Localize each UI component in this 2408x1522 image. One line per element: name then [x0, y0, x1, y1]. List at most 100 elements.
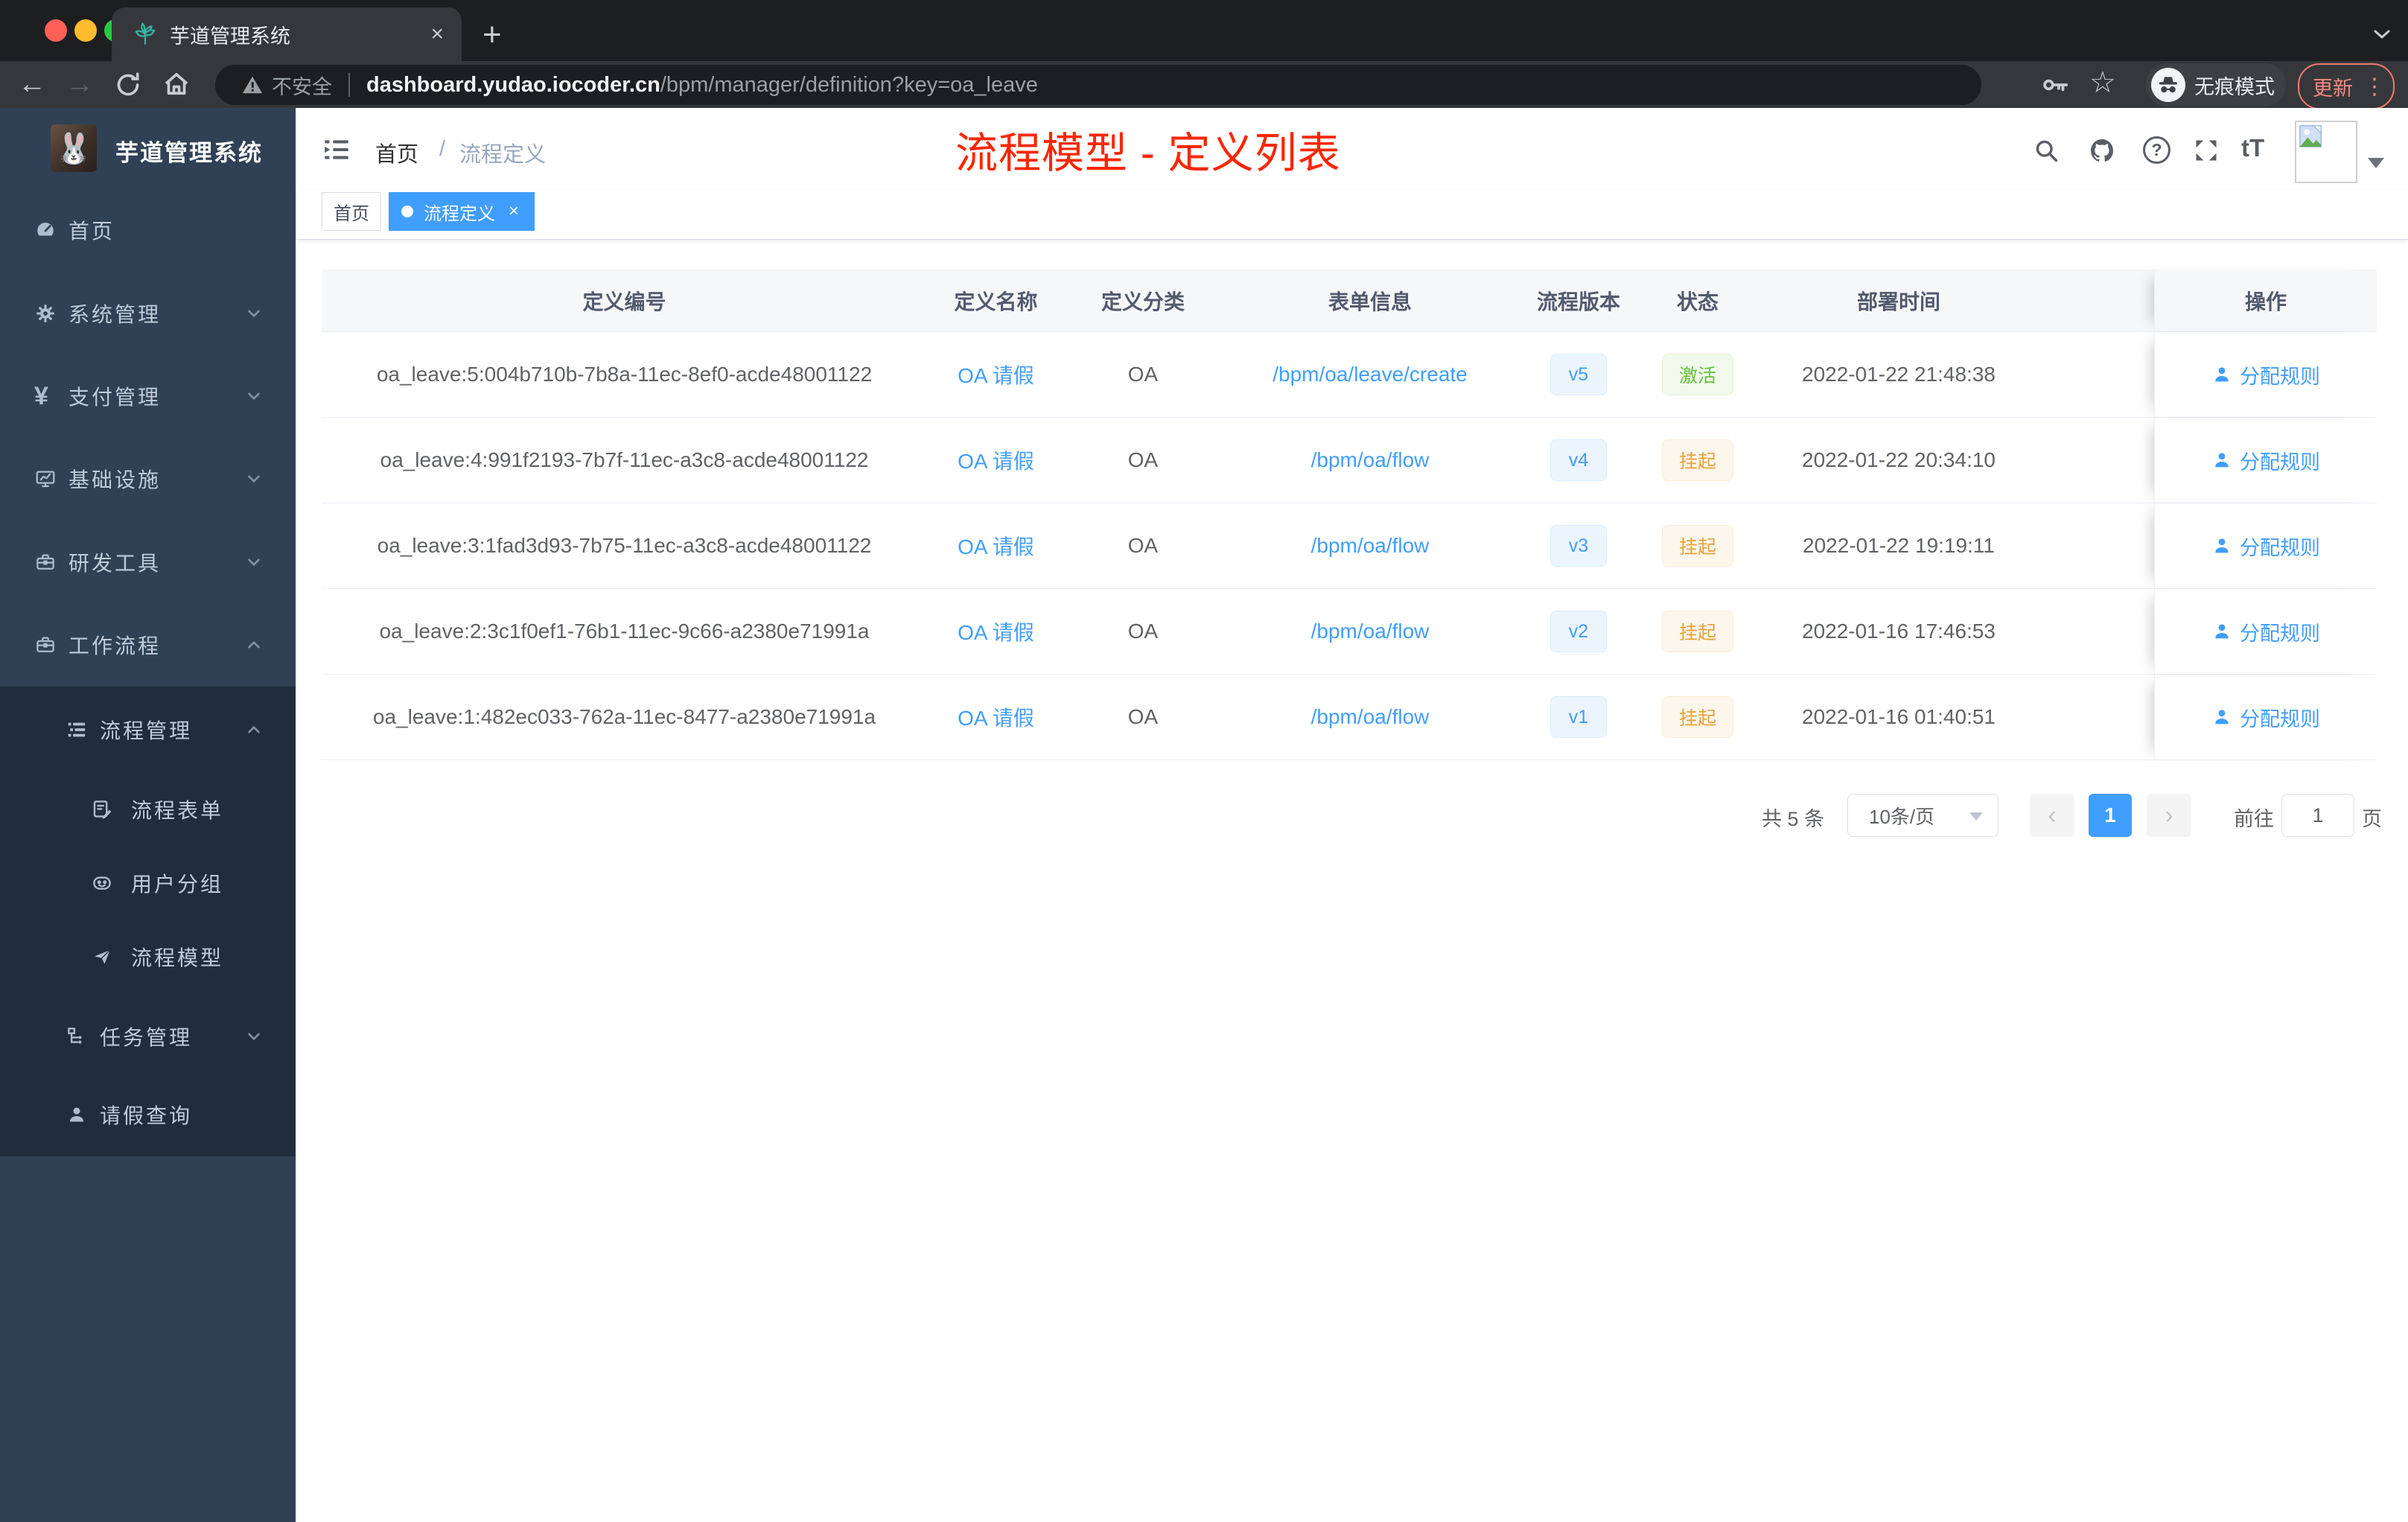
form-link[interactable]: /bpm/oa/flow	[1311, 705, 1430, 729]
back-icon[interactable]: ←	[18, 70, 46, 98]
tree-icon	[66, 1025, 88, 1048]
forward-icon[interactable]: →	[66, 70, 94, 98]
sidebar-item-user-group[interactable]: 用户分组	[0, 846, 296, 920]
page-unit-label: 页	[2362, 808, 2382, 830]
help-icon[interactable]: ?	[2143, 136, 2170, 164]
gear-icon	[34, 302, 57, 325]
status-badge: 挂起	[1662, 525, 1733, 567]
password-key-icon[interactable]	[2042, 73, 2070, 97]
security-label[interactable]: 不安全	[272, 71, 332, 100]
traffic-minimize-button[interactable]	[74, 19, 97, 42]
tag-home[interactable]: 首页	[322, 192, 381, 231]
form-edit-icon	[91, 798, 113, 821]
assign-rule-button[interactable]: 分配规则	[2211, 532, 2320, 561]
url-path: /bpm/manager/definition?key=oa_leave	[660, 72, 1038, 97]
definition-name-link[interactable]: OA 请假	[958, 617, 1034, 646]
definition-name-link[interactable]: OA 请假	[958, 531, 1034, 561]
col-actions: 操作	[2154, 270, 2377, 331]
search-icon[interactable]	[2033, 137, 2060, 164]
reload-icon[interactable]	[113, 70, 143, 100]
fullscreen-icon[interactable]	[2193, 137, 2220, 164]
browser-tab[interactable]: 芋道管理系统 ×	[112, 7, 462, 61]
page-size-value: 10条/页	[1869, 805, 1935, 828]
col-definition-category: 定义分类	[1101, 290, 1185, 313]
version-badge: v5	[1550, 354, 1607, 395]
deploy-time: 2022-01-22 20:34:10	[1802, 448, 1995, 471]
sidebar-item-infrastructure[interactable]: 基础设施	[0, 442, 296, 516]
row-spacer	[2040, 589, 2154, 674]
form-link[interactable]: /bpm/oa/leave/create	[1273, 363, 1468, 386]
bookmark-star-icon[interactable]: ☆	[2089, 66, 2116, 100]
avatar[interactable]	[2295, 121, 2357, 183]
broken-image-icon	[2298, 124, 2323, 149]
tab-search-chevron-icon[interactable]	[2369, 25, 2395, 43]
col-deploy-time: 部署时间	[1856, 290, 1940, 313]
tag-close-icon[interactable]: ×	[509, 201, 519, 222]
new-tab-button[interactable]: +	[482, 16, 502, 54]
github-icon[interactable]	[2089, 137, 2115, 164]
page-size-select[interactable]: 10条/页	[1847, 794, 1998, 837]
robot-face-icon	[91, 872, 113, 894]
tab-close-icon[interactable]: ×	[430, 22, 444, 47]
definition-name-link[interactable]: OA 请假	[958, 445, 1034, 475]
form-link[interactable]: /bpm/oa/flow	[1311, 620, 1430, 643]
tags-view-bar	[296, 190, 2408, 240]
sidebar-item-process-form[interactable]: 流程表单	[0, 772, 296, 847]
browser-menu-icon[interactable]: ⋮	[2363, 74, 2386, 100]
rabbit-logo-icon: 🐰	[55, 132, 92, 165]
next-page-button[interactable]: ›	[2147, 794, 2191, 837]
col-status: 状态	[1676, 290, 1719, 313]
definition-id: oa_leave:3:1fad3d93-7b75-11ec-a3c8-acde4…	[377, 534, 872, 557]
chevron-up-icon	[244, 720, 264, 739]
definition-category: OA	[1127, 363, 1159, 386]
col-form-info: 表单信息	[1328, 290, 1412, 313]
traffic-close-button[interactable]	[45, 19, 67, 42]
goto-page-input[interactable]: 1	[2281, 794, 2354, 837]
assign-rule-button[interactable]: 分配规则	[2211, 617, 2320, 646]
table-row: oa_leave:1:482ec033-762a-11ec-8477-a2380…	[322, 675, 2377, 760]
row-spacer	[2040, 675, 2154, 760]
current-page-button[interactable]: 1	[2089, 794, 2132, 837]
pagination-total: 共 5 条	[1762, 808, 1825, 830]
table-row: oa_leave:5:004b710b-7b8a-11ec-8ef0-acde4…	[322, 332, 2377, 418]
form-link[interactable]: /bpm/oa/flow	[1311, 534, 1430, 558]
home-icon[interactable]	[161, 69, 192, 100]
sidebar-item-task-management[interactable]: 任务管理	[0, 999, 296, 1074]
version-badge: v3	[1550, 525, 1607, 567]
definition-name-link[interactable]: OA 请假	[958, 702, 1034, 732]
tag-process-definition[interactable]: 流程定义 ×	[389, 192, 535, 231]
definition-name-link[interactable]: OA 请假	[958, 360, 1034, 389]
sidebar-item-process-management[interactable]: 流程管理	[0, 692, 296, 767]
browser-update-button[interactable]: 更新 ⋮	[2298, 63, 2395, 109]
sidebar-item-payment[interactable]: ¥ 支付管理	[0, 359, 296, 433]
version-badge: v4	[1550, 439, 1607, 481]
row-spacer	[2040, 332, 2154, 417]
sidebar-item-process-model[interactable]: 流程模型	[0, 920, 296, 994]
incognito-label: 无痕模式	[2194, 75, 2275, 98]
briefcase-icon	[34, 634, 57, 656]
sidebar-item-workflow[interactable]: 工作流程	[0, 608, 296, 682]
assign-rule-button[interactable]: 分配规则	[2211, 446, 2320, 475]
prev-page-button[interactable]: ‹	[2030, 794, 2074, 837]
sidebar-item-dev-tools[interactable]: 研发工具	[0, 525, 296, 599]
avatar-caret-down-icon[interactable]	[2368, 158, 2384, 168]
breadcrumb-home[interactable]: 首页	[375, 137, 418, 168]
not-secure-warning-icon	[241, 74, 264, 96]
sidebar-item-system[interactable]: 系统管理	[0, 276, 296, 351]
chevron-down-icon	[244, 304, 264, 323]
hamburger-icon[interactable]	[322, 136, 351, 164]
incognito-badge: 无痕模式	[2146, 63, 2286, 106]
assign-rule-button[interactable]: 分配规则	[2211, 360, 2320, 389]
sidebar-item-leave-query[interactable]: 请假查询	[0, 1077, 296, 1152]
status-badge: 挂起	[1662, 439, 1733, 481]
form-link[interactable]: /bpm/oa/flow	[1311, 448, 1430, 472]
tab-title: 芋道管理系统	[170, 25, 290, 48]
sidebar-item-home[interactable]: 首页	[0, 193, 296, 267]
version-badge: v1	[1550, 696, 1607, 738]
font-size-icon[interactable]: tT	[2241, 134, 2264, 162]
url-bar[interactable]: 不安全 dashboard.yudao.iocoder.cn/bpm/manag…	[215, 65, 1981, 105]
url-text[interactable]: dashboard.yudao.iocoder.cn/bpm/manager/d…	[366, 73, 1038, 98]
assign-rule-button[interactable]: 分配规则	[2211, 703, 2320, 732]
dashboard-icon	[34, 219, 57, 241]
deploy-time: 2022-01-16 17:46:53	[1802, 620, 1995, 643]
